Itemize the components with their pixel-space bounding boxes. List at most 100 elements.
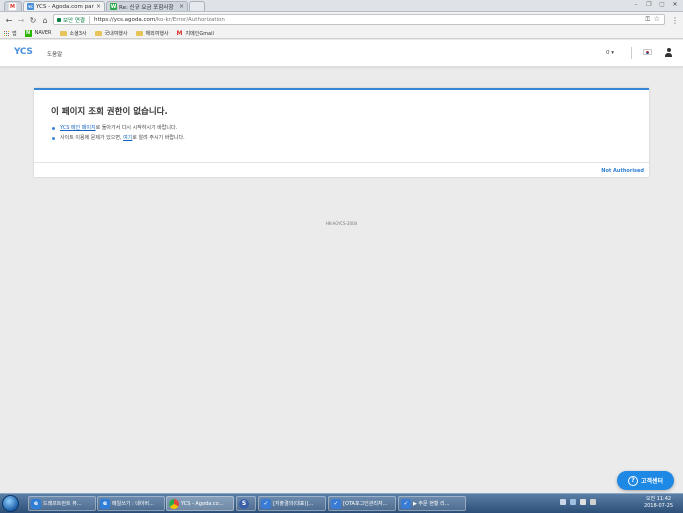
counter-value: 0 (606, 50, 610, 56)
new-tab-button[interactable] (189, 1, 205, 11)
clock-time: 오전 11:42 (645, 496, 672, 502)
tray-icon[interactable] (570, 499, 576, 505)
window-close-icon[interactable]: ✕ (669, 0, 681, 9)
tab-gmail[interactable]: M (4, 1, 22, 11)
reload-icon[interactable]: ↻ (28, 15, 38, 25)
clock-date: 2018-07-25 (643, 503, 673, 509)
instruction-text: 로 알려 주시기 바랍니다. (132, 135, 185, 141)
start-button[interactable] (2, 495, 19, 512)
list-item: 사이트 이용에 문제가 있으면, 여기로 알려 주시기 바랍니다. (52, 134, 185, 144)
url-path: /ko-kr/Error/Authorization (155, 16, 225, 23)
taskbar-label: [지출결의(대표)]... (273, 501, 314, 507)
tab-ycs[interactable]: YC YCS - Agoda.com partne × (23, 1, 105, 11)
taskbar-label: [OTA포그인관리자... (343, 501, 388, 507)
user-icon[interactable] (665, 48, 672, 57)
volume-icon[interactable] (590, 499, 596, 505)
app-icon: S (239, 498, 249, 509)
tab-title: YCS - Agoda.com partne (36, 3, 94, 10)
lock-icon (57, 17, 61, 22)
status-label: Not Authorised (601, 168, 644, 174)
error-card: 이 페이지 조회 권한이 없습니다. YCS 메인 페이지로 돌아가서 다시 시… (34, 88, 649, 177)
ycs-logo[interactable]: YCS (14, 47, 33, 57)
browser-tab-bar: M YC YCS - Agoda.com partne × W Re: 신규 요… (0, 0, 683, 12)
bookmarks-bar: 앱 N NAVER 소셜3사 국내여행사 해외여행사 M 지메인Gmail (0, 28, 683, 39)
instruction-text: 사이트 이용에 문제가 있으면, (60, 135, 124, 141)
taskbar-item-doc3[interactable]: ✓ ▶ 주문 현황 리... (398, 496, 466, 511)
taskbar-label: 드래프트런트 뷰... (43, 501, 82, 507)
taskbar-item-ie1[interactable]: e 드래프트런트 뷰... (28, 496, 96, 511)
bookmark-folder-social[interactable]: 소셜3사 (59, 30, 87, 37)
tab-mail[interactable]: W Re: 신규 요금 포함사항 × (106, 1, 188, 11)
address-bar[interactable]: 보안 연결 https://ycs.agoda.com/ko-kr/Error/… (53, 14, 665, 25)
divider (34, 162, 649, 163)
menu-icon[interactable]: ⋮ (670, 15, 680, 25)
close-icon[interactable]: × (179, 3, 184, 10)
bookmark-label: 해외여행사 (145, 30, 169, 37)
bookmark-label: 소셜3사 (69, 30, 87, 37)
gmail-icon: M (176, 29, 183, 37)
secure-indicator[interactable]: 보안 연결 (57, 15, 90, 24)
instruction-text: 로 돌아가서 다시 시작하시기 바랍니다. (95, 125, 178, 131)
back-icon[interactable]: ← (4, 15, 14, 25)
folder-icon (94, 30, 102, 36)
page-title: 이 페이지 조회 권한이 없습니다. (51, 107, 168, 117)
ie-icon: e (100, 498, 110, 509)
url-host: https://ycs.agoda.com (94, 16, 156, 23)
doc-icon: ✓ (401, 498, 411, 509)
taskbar-item-chrome[interactable]: YCS - Agoda.co... (166, 496, 234, 511)
bookmark-label: 지메인Gmail (185, 30, 214, 37)
bookmark-label: NAVER (34, 30, 52, 36)
bookmark-gmail[interactable]: M 지메인Gmail (177, 30, 214, 37)
taskbar-label: YCS - Agoda.co... (181, 500, 224, 507)
gmail-icon: M (8, 2, 17, 11)
taskbar-item-app[interactable]: S (236, 496, 256, 511)
tab-title: Re: 신규 요금 포함사항 (119, 4, 174, 11)
help-link[interactable]: 도움말 (47, 50, 62, 58)
restore-icon[interactable]: ❐ (643, 0, 655, 9)
address-row: ← → ↻ ⌂ 보안 연결 https://ycs.agoda.com/ko-k… (0, 12, 683, 28)
apps-icon (4, 30, 9, 36)
notification-counter[interactable]: 0 ▾ (606, 50, 614, 56)
customer-center-label: 고객센터 (640, 478, 664, 485)
chrome-icon (169, 498, 179, 509)
tray-icon[interactable] (560, 499, 566, 505)
report-link[interactable]: 여기 (123, 135, 132, 141)
mail-favicon-icon: W (110, 3, 117, 10)
bookmark-folder-domestic[interactable]: 국내여행사 (94, 30, 128, 37)
customer-center-button[interactable]: ? 고객센터 (617, 471, 674, 490)
bookmark-label: 앱 (12, 30, 17, 37)
taskbar-item-doc2[interactable]: ✓ [OTA포그인관리자... (328, 496, 396, 511)
taskbar-label: ▶ 주문 현황 리... (413, 501, 450, 507)
minimize-icon[interactable]: – (630, 0, 642, 9)
bookmark-folder-overseas[interactable]: 해외여행사 (135, 30, 169, 37)
taskbar-item-ie2[interactable]: e 메일쓰기 : 네이버... (97, 496, 165, 511)
taskbar-item-doc1[interactable]: ✓ [지출결의(대표)]... (258, 496, 326, 511)
folder-icon (59, 30, 67, 36)
maximize-icon[interactable]: ▢ (656, 0, 668, 9)
secure-label: 보안 연결 (63, 17, 85, 24)
taskbar-label: 메일쓰기 : 네이버... (112, 501, 154, 507)
key-icon[interactable]: ⚿ (645, 16, 650, 24)
doc-icon: ✓ (261, 498, 271, 509)
korea-flag-icon[interactable] (643, 49, 652, 55)
bookmark-apps[interactable]: 앱 (4, 30, 17, 37)
url-text: https://ycs.agoda.com/ko-kr/Error/Author… (94, 17, 225, 23)
ie-icon: e (31, 498, 41, 509)
error-code: HK-AGYCS-2004 (325, 221, 358, 226)
windows-taskbar: e 드래프트런트 뷰... e 메일쓰기 : 네이버... YCS - Agod… (0, 493, 683, 513)
question-icon: ? (627, 475, 638, 486)
folder-icon (135, 30, 143, 36)
site-header: YCS 도움말 0 ▾ (0, 40, 683, 67)
doc-icon: ✓ (331, 498, 341, 509)
system-clock[interactable]: 오전 11:42 2018-07-25 (644, 496, 673, 510)
bookmark-naver[interactable]: N NAVER (24, 29, 52, 37)
error-instructions: YCS 메인 페이지로 돌아가서 다시 시작하시기 바랍니다. 사이트 이용에 … (52, 124, 185, 144)
star-icon[interactable]: ☆ (654, 15, 660, 23)
header-divider (631, 47, 632, 59)
network-icon[interactable] (580, 499, 586, 505)
home-icon[interactable]: ⌂ (40, 15, 50, 25)
forward-icon[interactable]: → (16, 15, 26, 25)
system-tray (560, 499, 596, 505)
close-icon[interactable]: × (96, 3, 101, 10)
main-page-link[interactable]: YCS 메인 페이지 (60, 125, 96, 131)
